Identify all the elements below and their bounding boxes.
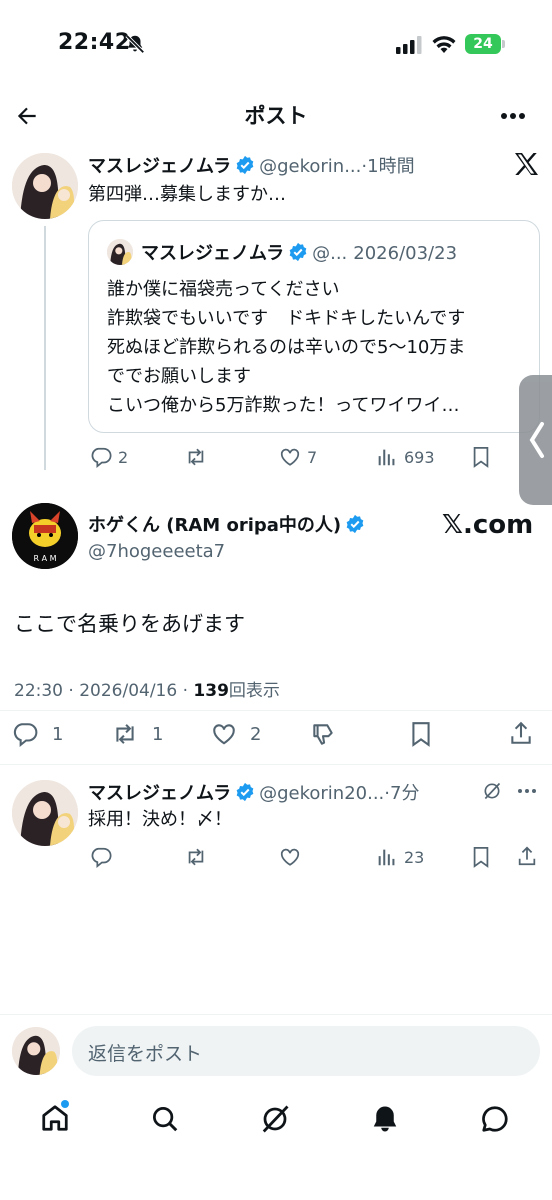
quote-header: マスレジェノムラ @... 2026/03/23: [141, 239, 457, 265]
side-panel-handle[interactable]: [519, 375, 552, 505]
wifi-icon: [431, 35, 457, 55]
quote-line: ででお願いします: [107, 366, 251, 387]
share-icon[interactable]: [516, 845, 538, 867]
author-name[interactable]: ホゲくん (RAM oripa中の人): [88, 515, 341, 536]
heart-icon[interactable]: [279, 846, 301, 868]
quote-date: 2026/03/23: [353, 243, 458, 264]
view-count: 23: [404, 847, 425, 867]
views-button[interactable]: 23: [376, 846, 424, 868]
divider: [0, 764, 552, 765]
signal-icon: [396, 36, 422, 54]
quote-line: 誰か僕に福袋売ってください: [107, 279, 340, 300]
post-timestamp: 22:30 · 2026/04/16 ·: [14, 681, 194, 701]
battery-level: 24: [473, 36, 493, 52]
main-post-header: ホゲくん (RAM oripa中の人): [88, 511, 369, 537]
repost-button[interactable]: 1: [110, 721, 163, 747]
reply-icon: [13, 723, 38, 747]
post-text: 第四弾…募集しますか…: [88, 184, 286, 205]
avatar: [12, 1027, 60, 1075]
reply-icon[interactable]: [90, 846, 112, 868]
repost-icon: [188, 448, 204, 466]
status-time: 22:42: [58, 30, 131, 55]
repost-icon[interactable]: [184, 846, 208, 868]
repost-count: 1: [152, 723, 164, 745]
thread-line: [44, 226, 46, 470]
battery-icon: 24: [465, 34, 501, 54]
divider: [0, 710, 552, 711]
quoted-post[interactable]: マスレジェノムラ @... 2026/03/23 誰か僕に福袋売ってください 詐欺袋…: [88, 220, 540, 433]
share-icon[interactable]: [508, 720, 534, 746]
bookmark-icon[interactable]: [409, 721, 433, 747]
heart-icon: [280, 448, 300, 466]
view-count[interactable]: 139: [193, 681, 229, 701]
post-time[interactable]: 7分: [390, 783, 419, 804]
view-count: 693: [404, 447, 435, 467]
verified-badge-icon: [345, 514, 365, 534]
repost-button[interactable]: [184, 446, 208, 468]
post-header: マスレジェノムラ @gekorin...·1時間: [88, 152, 415, 178]
verified-badge-icon: [235, 782, 255, 802]
reply-placeholder: 返信をポスト: [88, 1043, 203, 1065]
heart-icon: [213, 724, 235, 745]
verified-badge-icon: [288, 242, 308, 262]
author-handle[interactable]: @gekorin20...: [259, 783, 384, 804]
messages-icon[interactable]: [480, 1104, 510, 1134]
x-logo-icon: [514, 153, 538, 175]
page-title: ポスト: [244, 104, 308, 128]
divider: [0, 1014, 552, 1015]
avatar[interactable]: R A M: [12, 503, 78, 569]
avatar[interactable]: [12, 780, 78, 846]
reply-button[interactable]: 1: [12, 721, 63, 747]
quote-line: こいつ俺から5万詐欺った！ってワイワイ…: [107, 395, 460, 416]
source-label: 𝕏.com: [442, 510, 534, 540]
bookmark-icon[interactable]: [471, 846, 491, 868]
search-icon[interactable]: [150, 1104, 180, 1134]
author-handle[interactable]: @gekorin...: [259, 156, 361, 177]
post-time[interactable]: 1時間: [367, 156, 414, 177]
post-meta: 22:30 · 2026/04/16 · 139回表示: [14, 676, 280, 701]
bell-slash-icon: [124, 33, 146, 55]
bookmark-icon[interactable]: [471, 446, 491, 468]
analytics-icon: [378, 849, 395, 866]
notification-dot: [61, 1100, 69, 1108]
view-label: 回表示: [228, 681, 280, 701]
repost-icon: [116, 724, 134, 744]
like-button[interactable]: 7: [279, 446, 317, 468]
svg-text:R A M: R A M: [33, 554, 56, 563]
reply-icon: [91, 447, 112, 468]
author-name[interactable]: マスレジェノムラ: [88, 156, 231, 177]
more-options-icon[interactable]: [500, 112, 526, 120]
reply-input[interactable]: 返信をポスト: [72, 1026, 540, 1076]
reply-header: マスレジェノムラ @gekorin20...·7分: [88, 779, 419, 805]
quote-author-handle: @...: [312, 243, 348, 264]
status-bar: 22:42 24: [0, 0, 552, 90]
author-handle[interactable]: @7hogeeeeta7: [88, 541, 225, 562]
author-name[interactable]: マスレジェノムラ: [88, 783, 231, 804]
verified-badge-icon: [235, 155, 255, 175]
like-count: 7: [307, 447, 318, 467]
quote-author-name: マスレジェノムラ: [141, 243, 285, 264]
views-button[interactable]: 693: [376, 446, 435, 468]
like-count: 2: [250, 723, 262, 745]
avatar[interactable]: [12, 153, 78, 219]
reply-count: 1: [52, 723, 64, 745]
dislike-icon[interactable]: [310, 721, 336, 747]
more-options-icon[interactable]: [517, 788, 537, 794]
main-post-text: ここで名乗りをあげます: [14, 612, 245, 636]
like-button[interactable]: 2: [210, 721, 261, 747]
quote-line: 死ぬほど詐欺られるのは辛いので5〜10万ま: [107, 337, 466, 358]
reply-text: 採用！決め！〆！: [88, 809, 232, 830]
analytics-icon: [378, 449, 395, 466]
reply-count: 2: [118, 447, 129, 467]
quote-line: 詐欺袋でもいいです ドキドキしたいんです: [107, 308, 466, 329]
avatar: [107, 239, 133, 265]
notifications-bell-icon[interactable]: [370, 1104, 400, 1134]
reply-button[interactable]: 2: [90, 446, 128, 468]
grok-icon[interactable]: [260, 1104, 290, 1134]
grok-icon[interactable]: [482, 781, 502, 801]
